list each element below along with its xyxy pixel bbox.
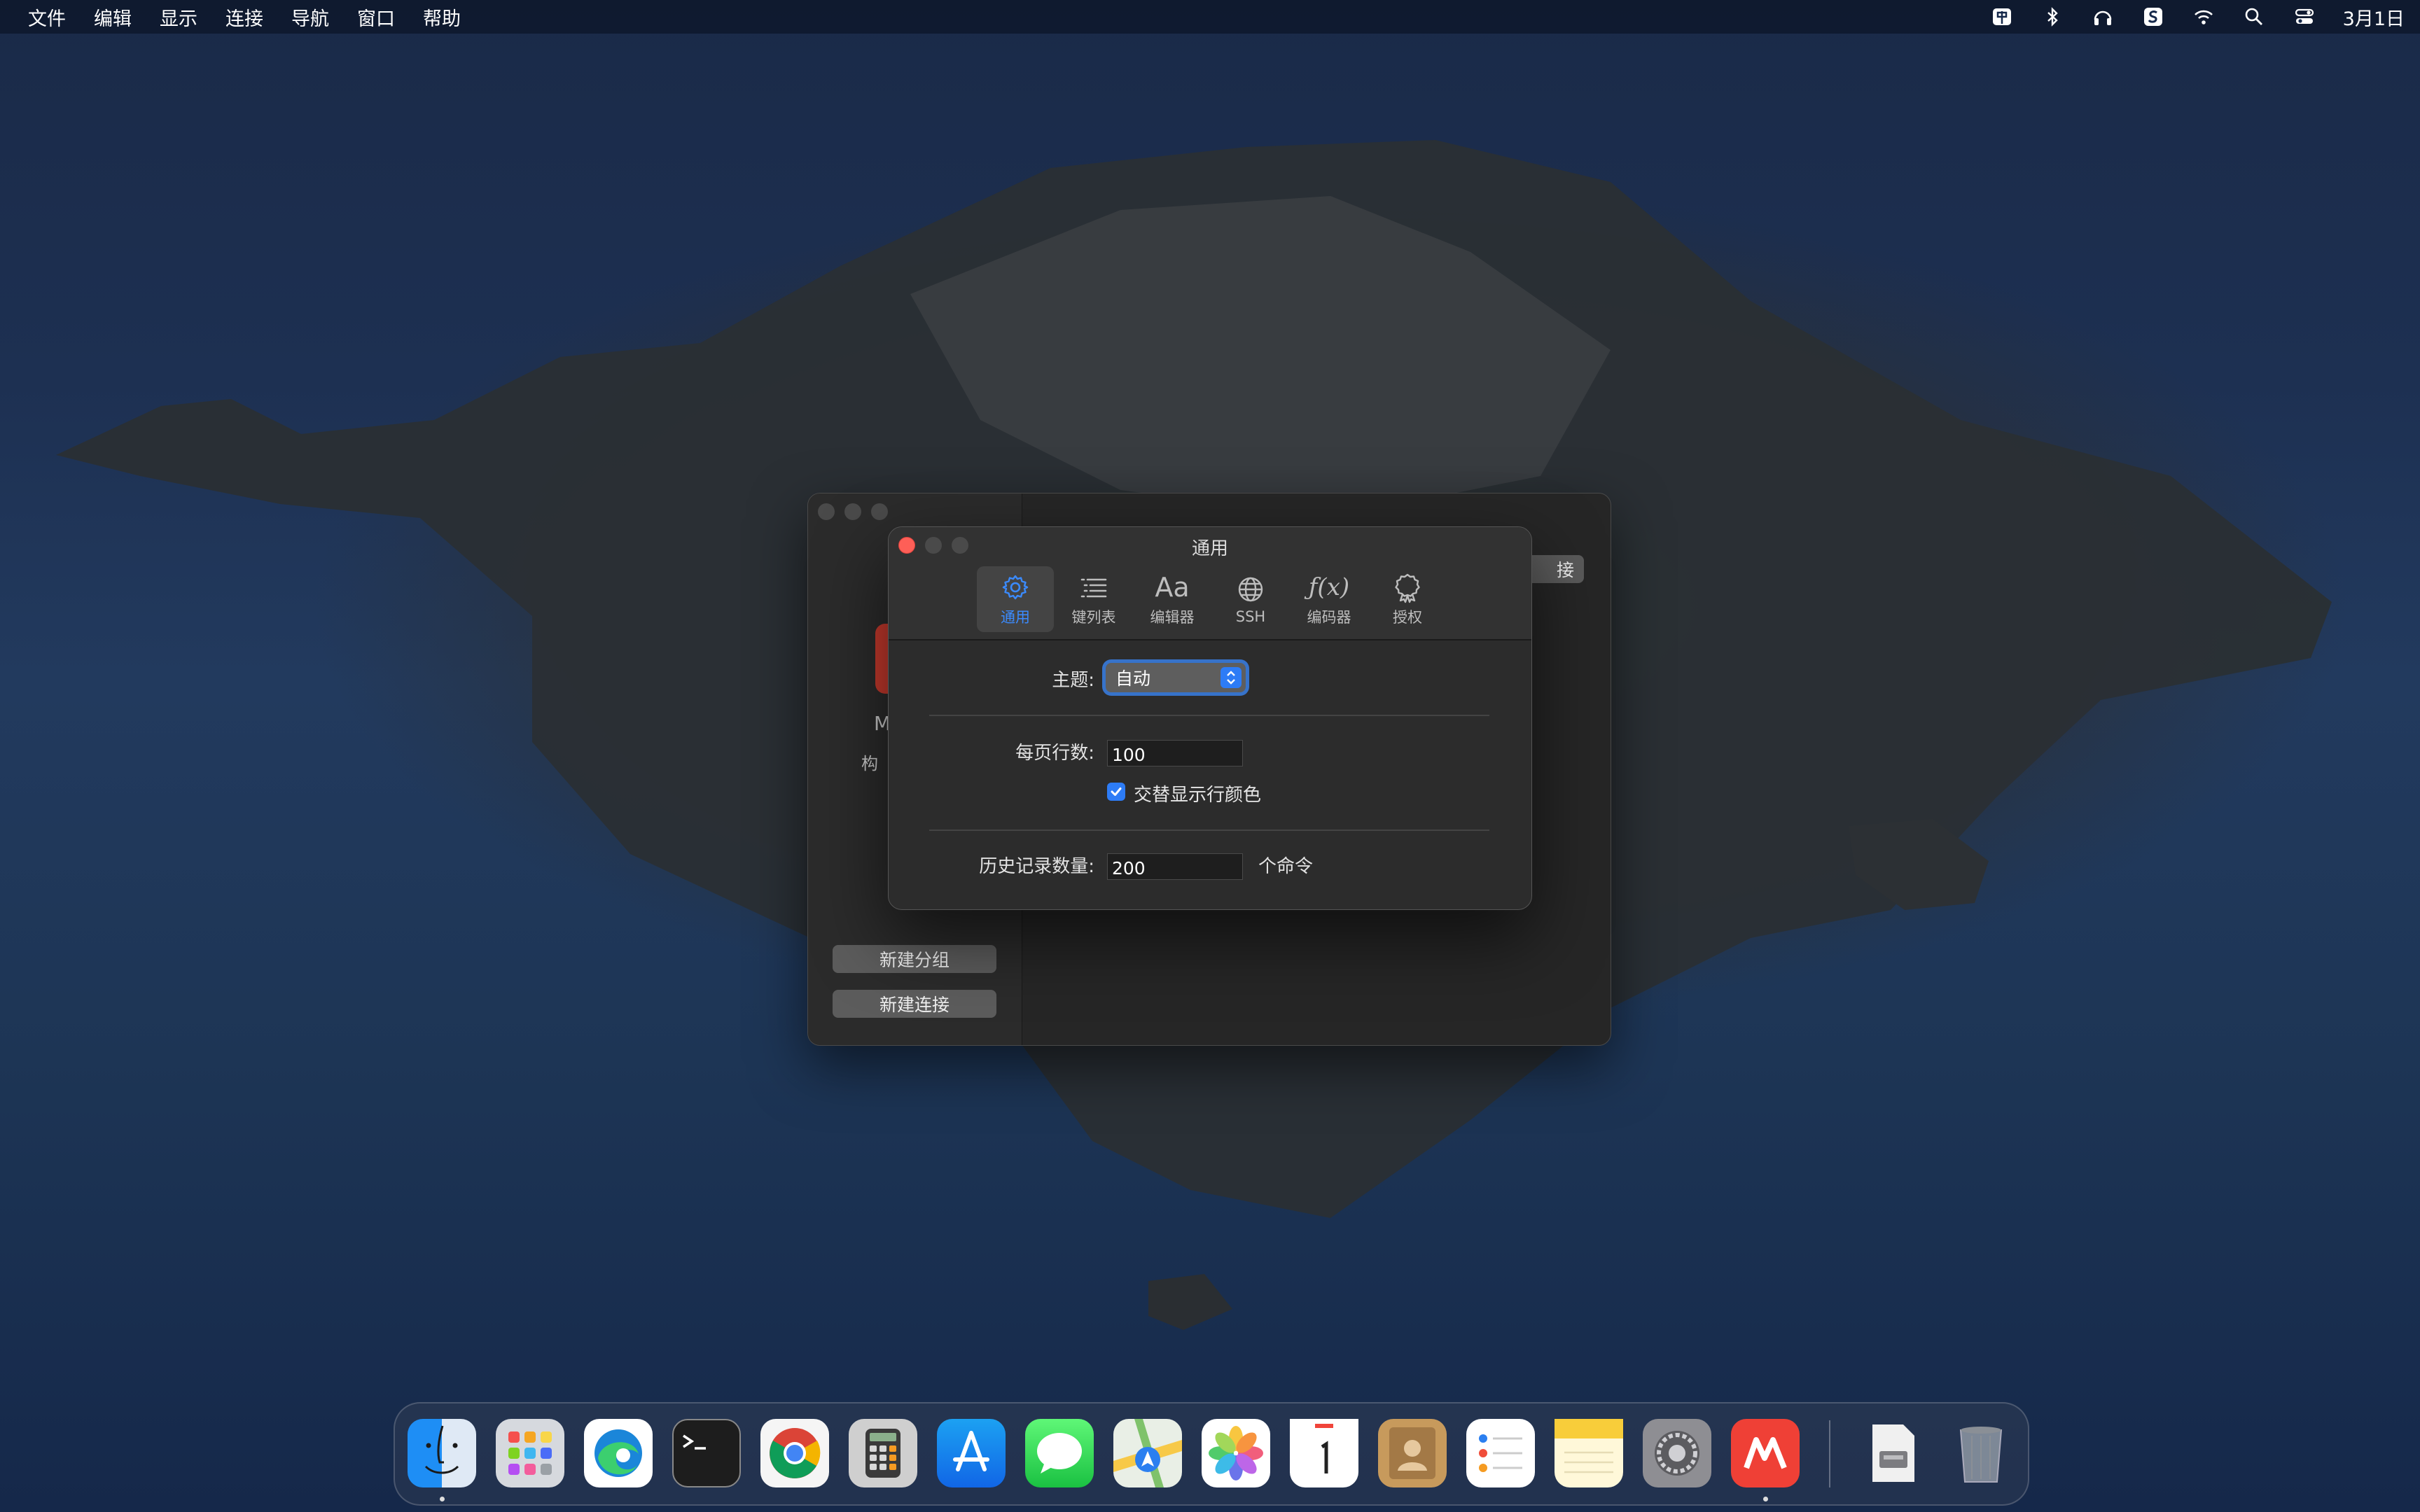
menu-help[interactable]: 帮助 [423,4,461,31]
background-window-controls [818,503,888,520]
menu-view[interactable]: 显示 [160,4,197,31]
gear-icon [1002,575,1029,600]
contacts-icon[interactable] [1378,1419,1447,1488]
alternate-row-colors-label: 交替显示行颜色 [1134,785,1262,806]
updown-chevron-icon [1221,667,1242,688]
tab-editor[interactable]: Aa 编辑器 [1134,566,1211,632]
control-center-icon[interactable] [2293,5,2316,29]
tab-editor-label: 编辑器 [1150,609,1195,626]
award-icon [1395,573,1420,603]
dock [394,1402,2029,1506]
input-method-icon[interactable] [1990,5,2014,29]
app-logo-tile [875,624,889,694]
minimize-button[interactable] [844,503,861,520]
theme-label: 主题: [1052,670,1094,691]
reminders-icon[interactable] [1466,1419,1535,1488]
terminal-icon[interactable] [672,1419,741,1488]
sidebar-subtitle-peek: 构 [861,754,878,774]
history-count-label: 历史记录数量: [979,856,1094,877]
wifi-icon[interactable] [2192,5,2216,29]
chrome-icon[interactable] [760,1419,829,1488]
new-connection-button[interactable]: 新建连接 [833,990,996,1018]
menu-bar: 文件 编辑 显示 连接 导航 窗口 帮助 3月1日 [0,0,2420,34]
calculator-icon[interactable] [849,1419,917,1488]
menubar-clock[interactable]: 3月1日 [2343,4,2405,31]
section-divider [929,715,1489,716]
tab-key-list[interactable]: 键列表 [1055,566,1132,632]
menu-file[interactable]: 文件 [28,4,66,31]
installer-disk-icon[interactable] [1858,1419,1927,1488]
menu-connection[interactable]: 连接 [225,4,263,31]
tab-encoder[interactable]: ƒ(x) 编码器 [1291,566,1368,632]
rows-per-page-field[interactable]: 100 [1107,740,1243,766]
app-store-icon[interactable] [937,1419,1006,1488]
dock-separator [1829,1420,1830,1488]
notes-icon[interactable] [1555,1419,1623,1488]
theme-select[interactable]: 自动 [1106,663,1246,692]
history-unit-label: 个命令 [1258,856,1314,877]
checkmark-icon [1111,788,1122,796]
theme-select-value: 自动 [1115,668,1151,689]
new-group-button[interactable]: 新建分组 [833,945,996,973]
history-count-field[interactable]: 200 [1107,853,1243,880]
running-indicator [440,1497,445,1502]
globe-icon [1238,577,1263,602]
running-indicator [1763,1497,1768,1502]
menu-window[interactable]: 窗口 [357,4,395,31]
calendar-icon[interactable] [1290,1419,1358,1488]
preferences-titlebar: 通用 通用 键列表 Aa 编辑器 SSH ƒ(x) 编码器 授权 [889,527,1531,640]
sogou-icon[interactable] [2141,5,2165,29]
tab-license-label: 授权 [1393,609,1422,626]
tab-license[interactable]: 授权 [1369,566,1446,632]
system-settings-icon[interactable] [1643,1419,1711,1488]
launchpad-icon[interactable] [496,1419,564,1488]
zoom-button[interactable] [871,503,888,520]
maps-icon[interactable] [1113,1419,1182,1488]
spotlight-search-icon[interactable] [2242,5,2266,29]
rows-per-page-label: 每页行数: [1015,743,1094,764]
alternate-row-colors-checkbox[interactable] [1107,783,1125,801]
tab-general[interactable]: 通用 [977,566,1054,632]
list-icon [1080,578,1107,598]
window-title: 通用 [1191,538,1228,559]
finder-icon[interactable] [408,1419,476,1488]
photos-icon[interactable] [1202,1419,1270,1488]
trash-icon[interactable] [1947,1419,2015,1488]
tab-key-list-label: 键列表 [1071,609,1116,626]
tab-encoder-label: 编码器 [1307,609,1351,626]
close-button[interactable] [818,503,835,520]
edge-browser-icon[interactable] [584,1419,653,1488]
messages-icon[interactable] [1025,1419,1094,1488]
tab-general-label: 通用 [1001,609,1030,626]
headphones-icon[interactable] [2091,5,2115,29]
preferences-toolbar: 通用 键列表 Aa 编辑器 SSH ƒ(x) 编码器 授权 [977,566,1446,632]
function-icon: ƒ(x) [1308,573,1350,601]
menu-navigate[interactable]: 导航 [291,4,329,31]
tab-ssh-label: SSH [1235,608,1266,625]
section-divider [929,830,1489,831]
menu-edit[interactable]: 编辑 [94,4,132,31]
font-icon: Aa [1155,572,1190,603]
preferences-window: 通用 通用 键列表 Aa 编辑器 SSH ƒ(x) 编码器 授权 主题: 自动 … [888,526,1532,910]
bluetooth-icon[interactable] [2040,5,2064,29]
redis-app-icon[interactable] [1731,1419,1800,1488]
tab-ssh[interactable]: SSH [1212,566,1289,632]
